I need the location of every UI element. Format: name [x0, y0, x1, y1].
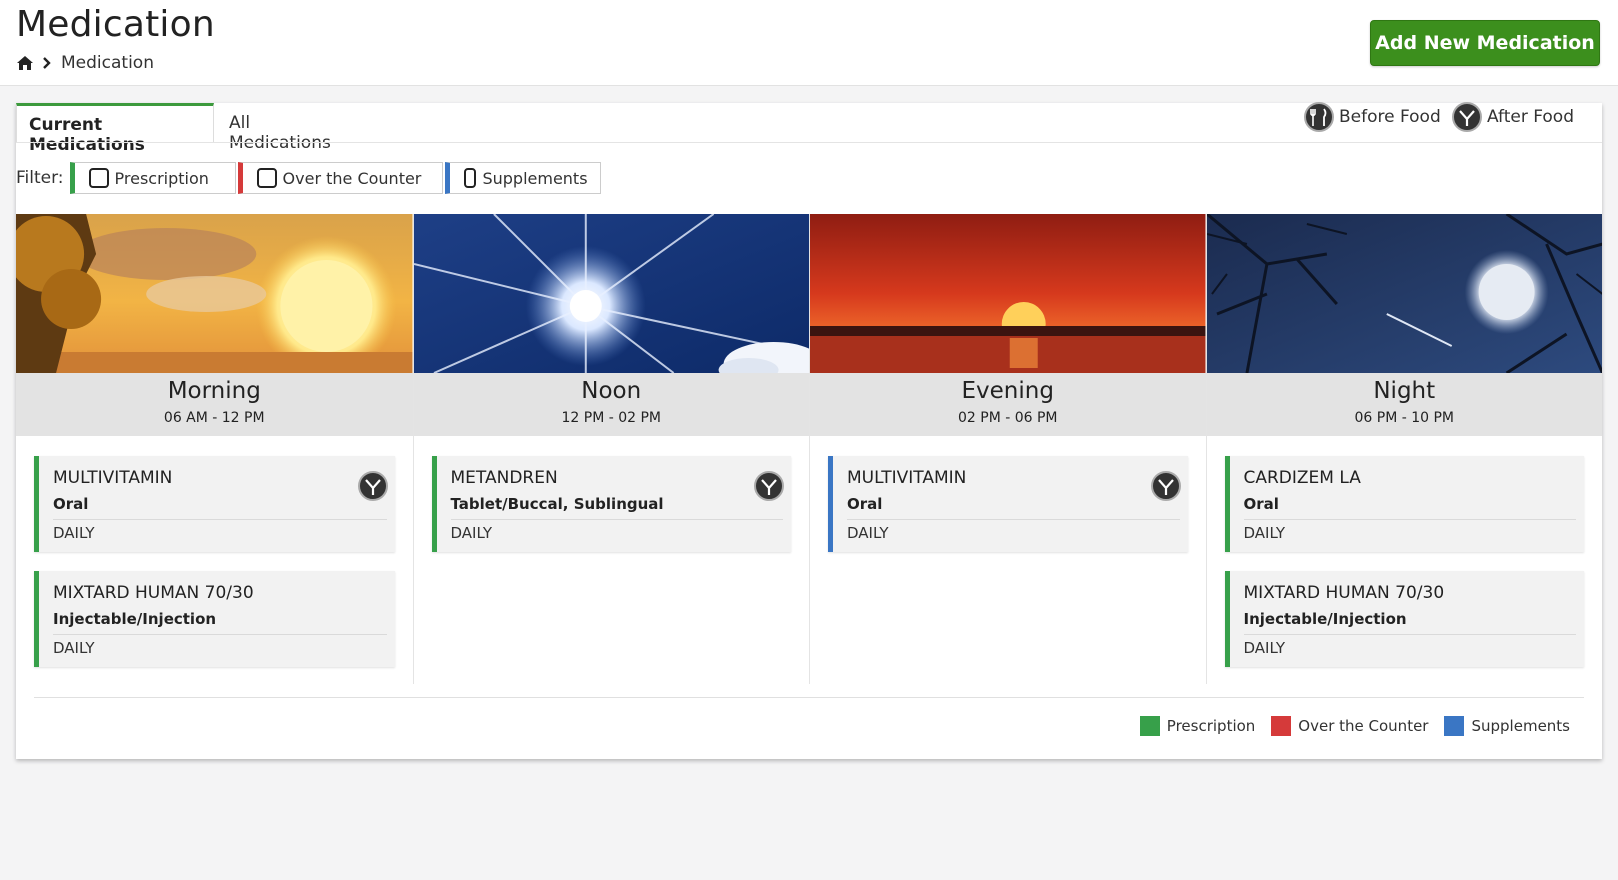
- legend-supplements: Supplements: [1444, 716, 1570, 736]
- after-food-icon: [754, 471, 784, 501]
- column-header: Morning 06 AM - 12 PM: [16, 373, 413, 436]
- medication-route: Oral: [1243, 495, 1279, 513]
- medication-route: Injectable/Injection: [1243, 610, 1407, 628]
- card-divider: [1243, 519, 1576, 520]
- tab-divider: [16, 142, 1602, 143]
- bright-sun-image: [413, 214, 809, 373]
- time-of-day-columns: Morning 06 AM - 12 PM MULTIVITAMIN Oral …: [16, 214, 1602, 684]
- legend-label: Over the Counter: [1298, 717, 1429, 735]
- after-food-icon: [1150, 471, 1181, 501]
- tab-current-medications[interactable]: Current Medications: [16, 103, 214, 155]
- filter-bar: Filter: Prescription Over the Counter Su…: [16, 162, 601, 194]
- filter-prescription[interactable]: Prescription: [69, 162, 236, 194]
- column-name: Night: [1373, 378, 1436, 404]
- column-noon: Noon 12 PM - 02 PM METANDREN Tablet/Bucc…: [412, 214, 810, 684]
- medication-name: MIXTARD HUMAN 70/30: [1243, 583, 1445, 603]
- filter-over-the-counter[interactable]: Over the Counter: [237, 162, 443, 194]
- medication-list: MULTIVITAMIN Oral DAILY MIXTARD HUMAN 70…: [16, 436, 413, 667]
- filter-otc-label: Over the Counter: [282, 168, 422, 188]
- medication-list: METANDREN Tablet/Buccal, Sublingual DAIL…: [414, 436, 810, 552]
- medication-frequency: DAILY: [53, 639, 95, 657]
- column-header: Noon 12 PM - 02 PM: [413, 373, 809, 436]
- filter-prescription-label: Prescription: [114, 168, 209, 188]
- column-name: Morning: [167, 378, 261, 404]
- breadcrumb: Medication: [16, 53, 154, 73]
- medication-route: Tablet/Buccal, Sublingual: [450, 495, 664, 513]
- medication-type-legend: Prescription Over the Counter Supplement…: [1124, 716, 1570, 736]
- medication-list: CARDIZEM LA Oral DAILY MIXTARD HUMAN 70/…: [1207, 436, 1603, 667]
- medication-name: MIXTARD HUMAN 70/30: [53, 583, 254, 603]
- legend-prescription: Prescription: [1139, 716, 1256, 736]
- medication-name: MULTIVITAMIN: [53, 468, 173, 488]
- column-name: Noon: [581, 378, 642, 404]
- column-morning: Morning 06 AM - 12 PM MULTIVITAMIN Oral …: [16, 214, 413, 684]
- night-moon-image: [1206, 214, 1602, 373]
- medication-frequency: DAILY: [1243, 524, 1286, 542]
- before-food-icon: [1304, 102, 1334, 132]
- medication-name: CARDIZEM LA: [1243, 468, 1361, 488]
- chevron-right-icon: [43, 57, 51, 69]
- page-title: Medication: [16, 4, 215, 45]
- card-divider: [53, 634, 387, 635]
- column-time-range: 02 PM - 06 PM: [957, 410, 1058, 426]
- medication-route: Oral: [847, 495, 883, 513]
- sunset-image: [810, 214, 1206, 373]
- breadcrumb-current: Medication: [61, 53, 154, 73]
- medication-route: Injectable/Injection: [53, 610, 217, 628]
- after-food-icon: [357, 471, 388, 501]
- legend-swatch: [1271, 716, 1292, 736]
- column-name: Evening: [961, 378, 1054, 404]
- column-header: Night 06 PM - 10 PM: [1206, 373, 1602, 436]
- filter-supplements[interactable]: Supplements: [444, 162, 601, 194]
- medication-card[interactable]: METANDREN Tablet/Buccal, Sublingual DAIL…: [431, 456, 791, 552]
- legend-divider: [34, 697, 1584, 698]
- column-time-range: 12 PM - 02 PM: [561, 410, 662, 426]
- home-icon[interactable]: [16, 55, 34, 71]
- medication-card[interactable]: CARDIZEM LA Oral DAILY: [1224, 456, 1584, 552]
- column-night: Night 06 PM - 10 PM CARDIZEM LA Oral DAI…: [1205, 214, 1603, 684]
- sunrise-image: [16, 214, 413, 373]
- legend-label: Supplements: [1471, 717, 1570, 735]
- card-divider: [1243, 634, 1576, 635]
- legend-over-the-counter: Over the Counter: [1271, 716, 1428, 736]
- card-divider: [53, 519, 387, 520]
- legend-swatch: [1444, 716, 1465, 736]
- medication-name: METANDREN: [450, 468, 558, 488]
- column-header: Evening 02 PM - 06 PM: [810, 373, 1206, 436]
- medication-frequency: DAILY: [847, 524, 889, 542]
- medication-route: Oral: [53, 495, 89, 513]
- column-time-range: 06 AM - 12 PM: [163, 410, 265, 426]
- filter-supplements-label: Supplements: [482, 168, 588, 188]
- after-food-label: After Food: [1487, 107, 1574, 127]
- legend-swatch: [1139, 716, 1160, 736]
- medication-card[interactable]: MULTIVITAMIN Oral DAILY: [828, 456, 1188, 552]
- medication-card[interactable]: MULTIVITAMIN Oral DAILY: [34, 456, 395, 552]
- column-time-range: 06 PM - 10 PM: [1354, 410, 1455, 426]
- medication-frequency: DAILY: [450, 524, 493, 542]
- after-food-legend: After Food: [1451, 101, 1574, 133]
- medication-frequency: DAILY: [1243, 639, 1286, 657]
- before-food-legend: Before Food: [1303, 101, 1441, 133]
- card-divider: [847, 519, 1180, 520]
- prescription-checkbox[interactable]: [88, 168, 109, 188]
- medication-list: MULTIVITAMIN Oral DAILY: [810, 436, 1206, 552]
- after-food-icon: [1452, 102, 1482, 132]
- tab-all-medications[interactable]: All Medications: [217, 103, 357, 153]
- before-food-label: Before Food: [1339, 107, 1441, 127]
- card-divider: [450, 519, 783, 520]
- medication-card[interactable]: MIXTARD HUMAN 70/30 Injectable/Injection…: [1224, 571, 1584, 667]
- medication-frequency: DAILY: [53, 524, 95, 542]
- medication-card[interactable]: MIXTARD HUMAN 70/30 Injectable/Injection…: [34, 571, 395, 667]
- supplements-checkbox[interactable]: [463, 168, 477, 188]
- legend-label: Prescription: [1166, 717, 1256, 735]
- over-the-counter-checkbox[interactable]: [256, 168, 277, 188]
- add-new-medication-button[interactable]: Add New Medication: [1370, 20, 1600, 66]
- filter-label: Filter:: [16, 168, 64, 188]
- medication-name: MULTIVITAMIN: [847, 468, 967, 488]
- column-evening: Evening 02 PM - 06 PM MULTIVITAMIN Oral …: [809, 214, 1206, 684]
